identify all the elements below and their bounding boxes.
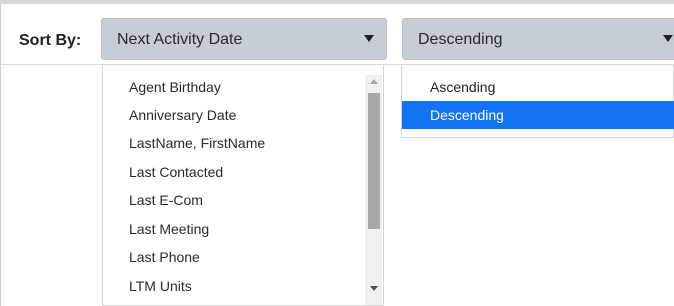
dropdown-option[interactable]: LastName, FirstName [129, 135, 265, 151]
dropdown-option[interactable]: Anniversary Date [129, 107, 236, 123]
sort-field-select[interactable]: Next Activity Date [101, 18, 387, 60]
scroll-up-arrow-icon[interactable] [370, 79, 378, 84]
sort-order-dropdown: Ascending Descending [401, 64, 674, 138]
sort-toolbar: Sort By: Next Activity Date Descending [1, 4, 674, 65]
sort-order-value: Descending [418, 31, 503, 48]
dropdown-scrollbar[interactable] [365, 75, 382, 305]
sort-field-value: Next Activity Date [117, 31, 243, 48]
chevron-down-icon [364, 35, 374, 42]
chevron-down-icon [663, 35, 673, 42]
option-label: Ascending [430, 79, 496, 95]
scroll-down-arrow-icon[interactable] [370, 286, 378, 291]
sort-order-option-descending[interactable]: Descending [402, 101, 674, 129]
dropdown-option[interactable]: Last E-Com [129, 192, 203, 208]
dropdown-option[interactable]: LTM Units [129, 278, 192, 294]
sort-order-option-ascending[interactable]: Ascending [402, 73, 674, 101]
scrollbar-thumb[interactable] [368, 93, 380, 229]
dropdown-option[interactable]: Last Meeting [129, 221, 209, 237]
option-label: Descending [430, 107, 504, 123]
dropdown-option[interactable]: Agent Birthday [129, 79, 221, 95]
dropdown-option[interactable]: Last Phone [129, 249, 200, 265]
dropdown-option[interactable]: Last Contacted [129, 164, 223, 180]
sort-field-dropdown: Agent Birthday Anniversary Date LastName… [102, 64, 384, 306]
sort-order-select[interactable]: Descending [402, 18, 674, 60]
sort-by-label: Sort By: [19, 32, 82, 49]
